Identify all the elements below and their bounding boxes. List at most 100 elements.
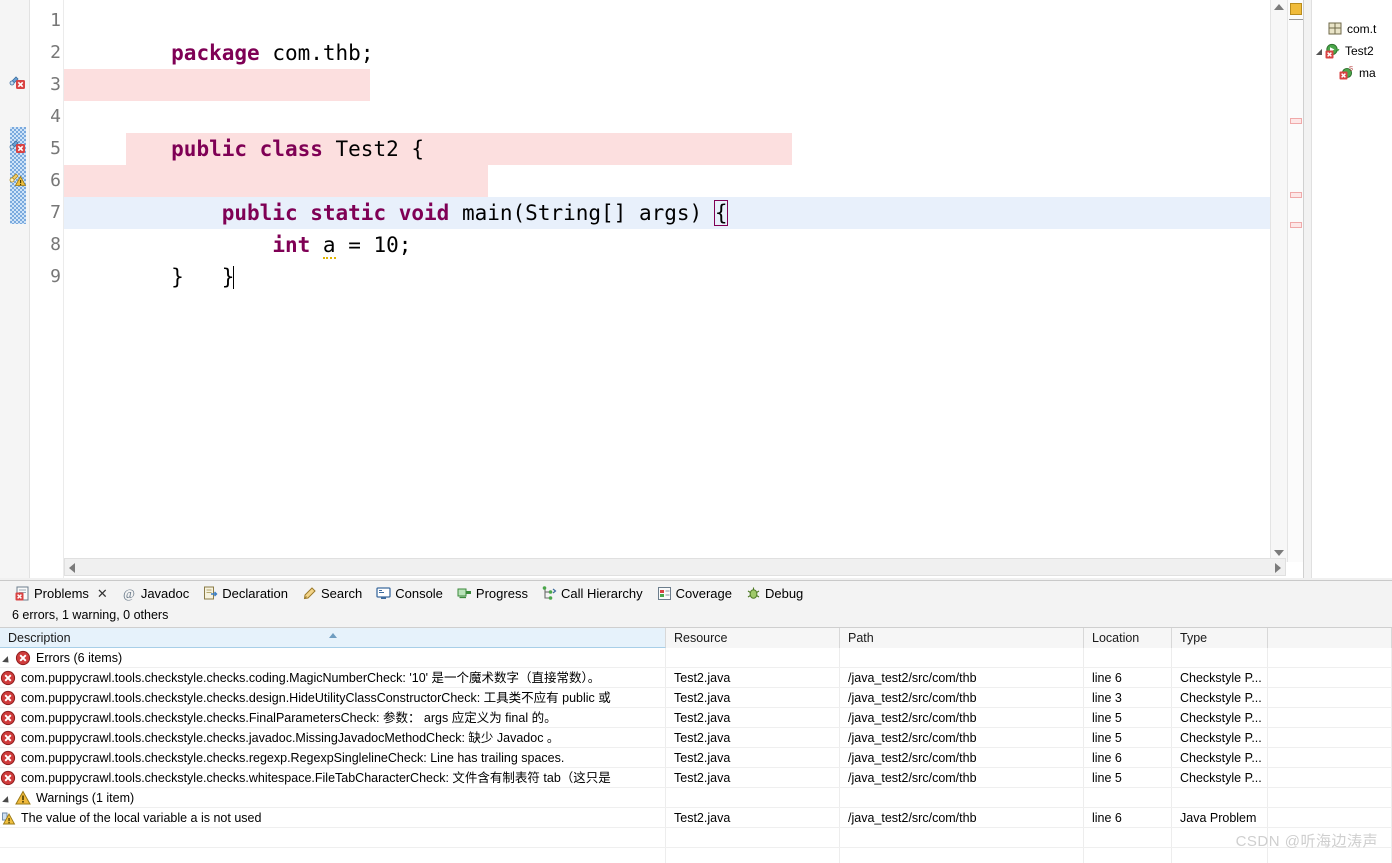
outline-view[interactable]: com.t ◢ Test2: [1303, 0, 1392, 578]
java-editor[interactable]: 1 2 3 4 5 6 7 8 9 package com.thb; publi…: [0, 0, 1303, 578]
table-row[interactable]: Warnings (1 item): [0, 788, 1392, 808]
cell-path: /java_test2/src/com/thb: [840, 728, 1084, 747]
column-header-location[interactable]: Location: [1084, 628, 1172, 648]
table-row[interactable]: com.puppycrawl.tools.checkstyle.checks.w…: [0, 768, 1392, 788]
problem-description: com.puppycrawl.tools.checkstyle.checks.F…: [21, 708, 557, 727]
table-row[interactable]: [0, 848, 1392, 863]
overview-annotation-mark[interactable]: [1290, 222, 1302, 228]
class-error-icon: [1325, 43, 1342, 59]
close-icon[interactable]: ✕: [97, 587, 108, 600]
tab-label: Search: [321, 586, 362, 601]
error-group-icon: [15, 650, 31, 666]
code-line-6[interactable]: int a = 10;: [64, 165, 1303, 197]
code-line-9[interactable]: [64, 261, 1303, 293]
editor-vertical-scrollbar[interactable]: [1270, 0, 1287, 562]
cell-description: com.puppycrawl.tools.checkstyle.checks.c…: [0, 668, 666, 687]
view-tab-bar[interactable]: Problems ✕ @ Javadoc: [0, 581, 1392, 606]
debug-icon: [746, 586, 761, 601]
line-number: 1: [30, 5, 63, 37]
console-icon: [376, 586, 391, 601]
outline-left-strip: [1304, 0, 1312, 578]
cell-path: /java_test2/src/com/thb: [840, 708, 1084, 727]
tab-call-hierarchy[interactable]: Call Hierarchy: [535, 581, 650, 606]
column-header-description[interactable]: Description: [0, 628, 666, 648]
editor-horizontal-scrollbar[interactable]: [64, 558, 1286, 576]
line-number: 5: [30, 133, 63, 165]
table-row[interactable]: Errors (6 items): [0, 648, 1392, 668]
problems-table[interactable]: Description Resource Path Location Type: [0, 627, 1392, 863]
cell-path: [840, 828, 1084, 847]
overview-ruler[interactable]: [1287, 0, 1303, 562]
cell-extra: [1268, 648, 1392, 667]
error-marker-line5[interactable]: [9, 137, 27, 153]
cell-location: [1084, 828, 1172, 847]
cell-description: Warnings (1 item): [0, 788, 666, 807]
cell-extra: [1268, 808, 1392, 827]
svg-text:S: S: [1349, 67, 1353, 73]
overview-annotation-mark[interactable]: [1290, 192, 1302, 198]
table-row[interactable]: com.puppycrawl.tools.checkstyle.checks.j…: [0, 728, 1392, 748]
column-header-path[interactable]: Path: [840, 628, 1084, 648]
outline-item-class[interactable]: ◢ Test2: [1313, 40, 1392, 62]
overview-annotation-mark[interactable]: [1290, 118, 1302, 124]
tab-search[interactable]: Search: [295, 581, 369, 606]
tab-declaration[interactable]: Declaration: [196, 581, 295, 606]
line-number: 3: [30, 69, 63, 101]
table-row[interactable]: [0, 828, 1392, 848]
cell-extra: [1268, 848, 1392, 863]
code-line-4[interactable]: [64, 101, 1303, 133]
code-line-3[interactable]: public class Test2 {: [64, 69, 1303, 101]
column-header-type[interactable]: Type: [1172, 628, 1268, 648]
cell-location: line 5: [1084, 708, 1172, 727]
scroll-up-arrow[interactable]: [1274, 4, 1285, 12]
tab-problems[interactable]: Problems ✕: [8, 581, 115, 606]
problem-description: com.puppycrawl.tools.checkstyle.checks.d…: [21, 688, 611, 707]
table-row[interactable]: The value of the local variable a is not…: [0, 808, 1392, 828]
cell-type: Checkstyle P...: [1172, 748, 1268, 767]
outline-item-method[interactable]: S ma: [1313, 62, 1392, 84]
error-highlight: [64, 69, 370, 101]
code-token: Test2 {: [323, 137, 424, 161]
table-row[interactable]: com.puppycrawl.tools.checkstyle.checks.F…: [0, 708, 1392, 728]
error-icon: [0, 690, 16, 706]
scroll-down-arrow[interactable]: [1274, 550, 1285, 558]
cell-location: [1084, 848, 1172, 863]
cell-description: [0, 848, 666, 863]
table-row[interactable]: com.puppycrawl.tools.checkstyle.checks.d…: [0, 688, 1392, 708]
cell-extra: [1268, 708, 1392, 727]
tab-javadoc[interactable]: @ Javadoc: [115, 581, 196, 606]
problems-summary: 6 errors, 1 warning, 0 others: [0, 606, 1392, 625]
outline-twisty-icon[interactable]: ◢: [1313, 47, 1325, 56]
cell-path: /java_test2/src/com/thb: [840, 668, 1084, 687]
scroll-right-arrow[interactable]: [1275, 563, 1281, 573]
cell-resource: [666, 848, 840, 863]
column-header-extra[interactable]: [1268, 628, 1392, 648]
scroll-left-arrow[interactable]: [69, 563, 75, 573]
cell-location: line 6: [1084, 748, 1172, 767]
table-row[interactable]: com.puppycrawl.tools.checkstyle.checks.c…: [0, 668, 1392, 688]
editor-annotation-gutter[interactable]: [0, 0, 30, 578]
warning-marker-line6[interactable]: [9, 170, 27, 186]
cell-extra: [1268, 768, 1392, 787]
source-code-area[interactable]: package com.thb; public class Test2 { pu…: [64, 0, 1303, 578]
group-label: Errors (6 items): [36, 648, 122, 667]
tab-debug[interactable]: Debug: [739, 581, 810, 606]
cell-location: line 6: [1084, 808, 1172, 827]
error-icon: [0, 730, 16, 746]
cell-resource: [666, 788, 840, 807]
outline-item-package[interactable]: com.t: [1313, 18, 1392, 40]
tab-console[interactable]: Console: [369, 581, 450, 606]
tab-label: Call Hierarchy: [561, 586, 643, 601]
cell-resource: Test2.java: [666, 708, 840, 727]
column-header-resource[interactable]: Resource: [666, 628, 840, 648]
table-header-row[interactable]: Description Resource Path Location Type: [0, 628, 1392, 648]
tab-label: Console: [395, 586, 443, 601]
tab-label: Progress: [476, 586, 528, 601]
cell-type: Java Problem: [1172, 808, 1268, 827]
code-line-1[interactable]: package com.thb;: [64, 5, 1303, 37]
cell-resource: [666, 648, 840, 667]
tab-coverage[interactable]: Coverage: [650, 581, 739, 606]
error-marker-line3[interactable]: [9, 73, 27, 89]
tab-progress[interactable]: Progress: [450, 581, 535, 606]
table-row[interactable]: com.puppycrawl.tools.checkstyle.checks.r…: [0, 748, 1392, 768]
